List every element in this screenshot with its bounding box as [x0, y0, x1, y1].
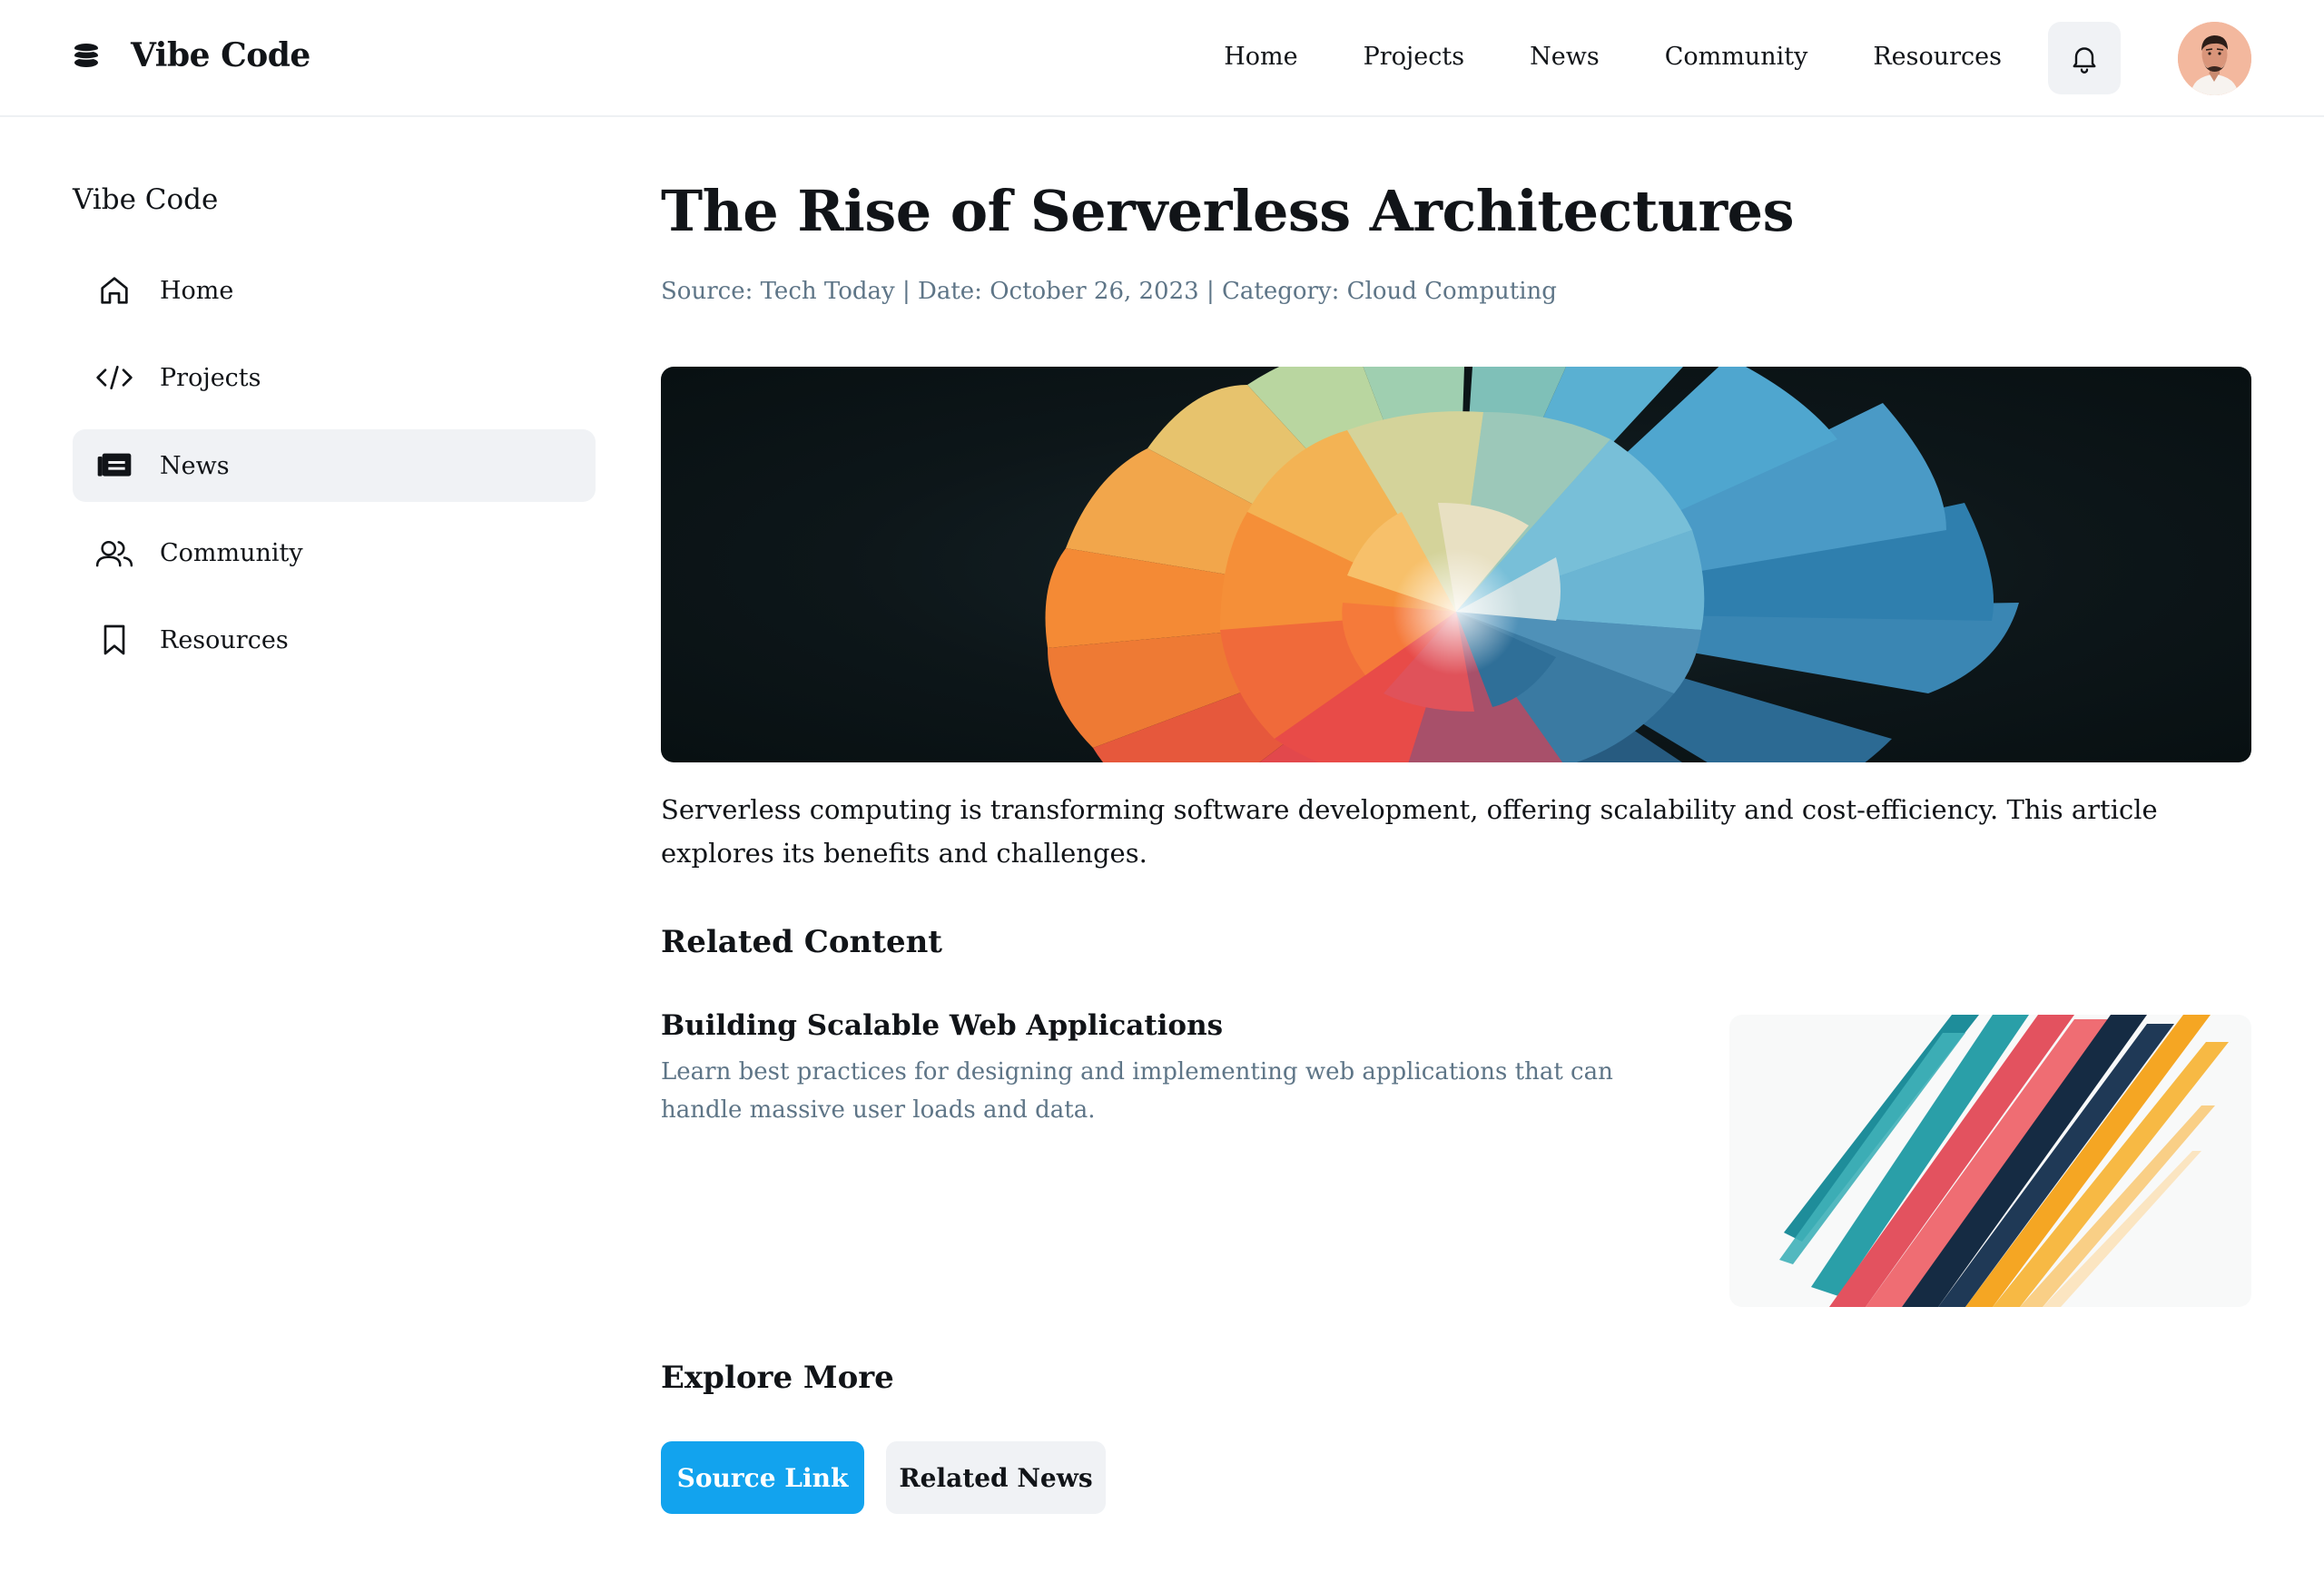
sidebar-item-projects[interactable]: Projects	[73, 341, 596, 414]
explore-heading: Explore More	[661, 1360, 894, 1396]
code-icon	[94, 358, 134, 398]
brand[interactable]: Vibe Code	[73, 33, 310, 78]
hero-image	[661, 367, 2251, 762]
top-nav-home[interactable]: Home	[1224, 43, 1297, 71]
top-nav-news[interactable]: News	[1530, 43, 1600, 71]
sidebar-title: Vibe Code	[73, 183, 219, 216]
related-card-description: Learn best practices for designing and i…	[661, 1058, 1613, 1124]
sidebar-item-label: News	[160, 451, 230, 480]
notifications-button[interactable]	[2048, 22, 2121, 94]
stack-icon	[74, 44, 99, 67]
sidebar-item-label: Projects	[160, 363, 261, 392]
user-portrait	[2178, 22, 2251, 95]
article-title: The Rise of Serverless Architectures	[661, 178, 1795, 244]
top-nav-community[interactable]: Community	[1665, 43, 1808, 71]
top-nav-resources[interactable]: Resources	[1873, 43, 2002, 71]
top-nav-projects[interactable]: Projects	[1364, 43, 1465, 71]
sidebar-item-label: Home	[160, 276, 234, 305]
top-nav: Home Projects News Community Resources	[1158, 34, 2002, 78]
brand-name: Vibe Code	[131, 36, 310, 74]
sidebar-item-label: Resources	[160, 625, 289, 654]
petal-layer	[1045, 367, 2019, 762]
bell-icon	[2073, 47, 2096, 74]
sidebar-item-news[interactable]: News	[73, 429, 596, 502]
sidebar-item-resources[interactable]: Resources	[73, 604, 596, 676]
related-card-image[interactable]	[1729, 1015, 2251, 1307]
top-header: Vibe Code Home Projects News Community R…	[0, 0, 2324, 117]
avatar[interactable]	[2178, 22, 2251, 95]
newspaper-icon	[94, 446, 134, 486]
users-icon	[94, 533, 134, 573]
brushstroke-artwork	[1779, 1015, 2229, 1307]
related-news-button[interactable]: Related News	[886, 1441, 1106, 1514]
flower-artwork	[1045, 367, 2019, 762]
article-meta: Source: Tech Today | Date: October 26, 2…	[661, 278, 1557, 305]
source-link-button[interactable]: Source Link	[661, 1441, 864, 1514]
article-summary: Serverless computing is transforming sof…	[661, 794, 2158, 869]
bookmark-icon	[94, 620, 134, 660]
related-heading: Related Content	[661, 924, 943, 960]
home-icon	[94, 270, 134, 310]
sidebar-item-label: Community	[160, 538, 303, 567]
sidebar-item-home[interactable]: Home	[73, 254, 596, 327]
related-card-title[interactable]: Building Scalable Web Applications	[661, 1009, 1223, 1042]
sidebar-item-community[interactable]: Community	[73, 516, 596, 589]
